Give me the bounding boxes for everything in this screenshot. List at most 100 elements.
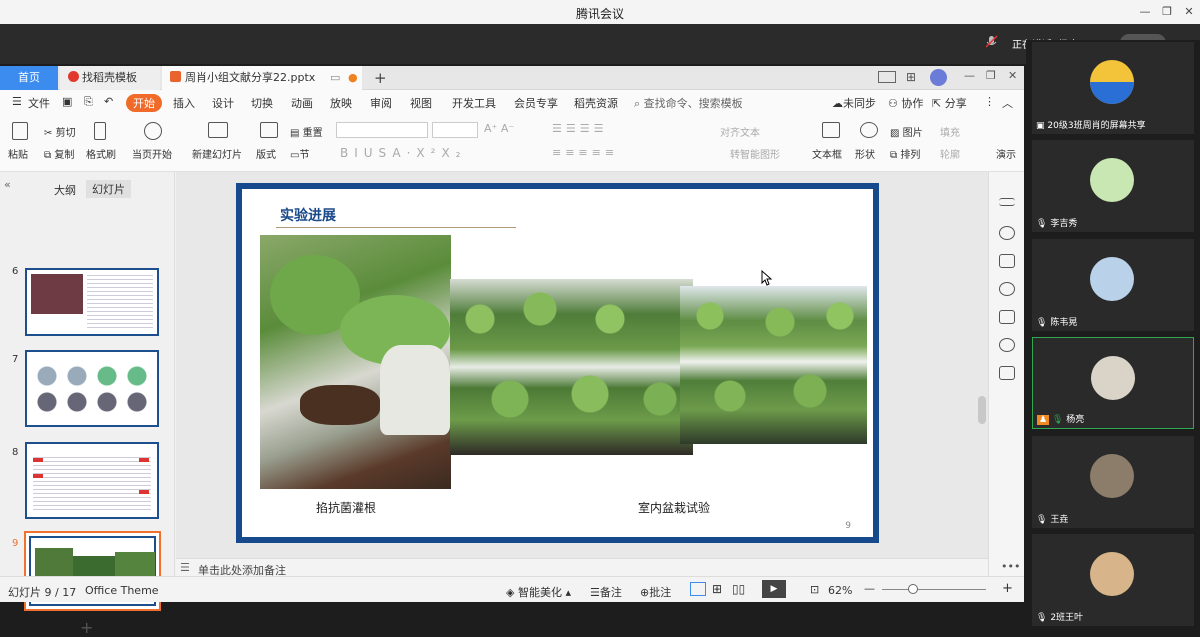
fill-button[interactable]: 填充	[940, 124, 960, 139]
paste-button[interactable]: 粘贴	[8, 146, 28, 161]
align-buttons[interactable]: ≡≡≡≡≡	[552, 146, 618, 159]
book-icon[interactable]	[999, 366, 1015, 380]
tab-slides[interactable]: 幻灯片	[86, 180, 131, 198]
menu-start[interactable]: 开始	[126, 94, 162, 112]
slide-thumb-8[interactable]	[25, 442, 159, 519]
save-icon[interactable]: ▣	[62, 95, 72, 108]
collapse-ribbon-icon[interactable]: ︿	[1002, 95, 1013, 111]
slide-thumb-7[interactable]	[25, 350, 159, 427]
play-icon[interactable]: ▶	[762, 580, 786, 598]
align-text-button[interactable]: 对齐文本	[720, 124, 760, 139]
backup-icon[interactable]	[999, 310, 1015, 324]
layout-icon[interactable]	[260, 122, 278, 138]
play-from-current-icon[interactable]	[144, 122, 162, 140]
sync-status[interactable]: ☁未同步	[832, 95, 876, 111]
shape-button[interactable]: 形状	[855, 146, 875, 161]
tab-file[interactable]: 周肖小组文献分享22.pptx ▭ ●	[162, 66, 362, 90]
collab-button[interactable]: ⚇ 协作	[888, 95, 923, 111]
close-icon[interactable]: ✕	[1180, 4, 1198, 20]
menu-review[interactable]: 审阅	[370, 95, 392, 111]
font-size-select[interactable]	[432, 122, 478, 138]
cut-button[interactable]: ✂ 剪切	[44, 124, 76, 139]
textbox-button[interactable]: 文本框	[812, 146, 842, 161]
font-family-select[interactable]	[336, 122, 428, 138]
smart-shape-button[interactable]: 转智能图形	[730, 146, 780, 161]
paste-icon[interactable]	[12, 122, 28, 140]
share-button[interactable]: ⇱ 分享	[932, 95, 967, 111]
menu-insert[interactable]: 插入	[173, 95, 195, 111]
wps-minimize-icon[interactable]: —	[964, 69, 975, 82]
comments-toggle[interactable]: ⊕批注	[640, 584, 671, 600]
section-button[interactable]: ▭节	[290, 146, 309, 161]
normal-view-icon[interactable]	[690, 582, 706, 596]
wps-restore-icon[interactable]: ❐	[986, 69, 996, 82]
zoom-out-icon[interactable]: —	[864, 582, 875, 595]
textbox-icon[interactable]	[822, 122, 840, 138]
format-painter-icon[interactable]	[94, 122, 106, 140]
zoom-slider[interactable]	[882, 589, 986, 590]
participant-tile-active[interactable]: ♟ 🎙 杨亮	[1032, 337, 1194, 429]
slide-thumb-6-frame[interactable]	[25, 268, 159, 336]
reading-view-icon[interactable]: ▯▯	[732, 582, 745, 596]
apps-grid-icon[interactable]: ⊞	[906, 70, 916, 84]
caption-right[interactable]: 室内盆栽试验	[638, 499, 710, 516]
restore-icon[interactable]: ❐	[1158, 4, 1176, 20]
transition-icon[interactable]	[999, 254, 1015, 268]
tab-template[interactable]: 找稻壳模板	[60, 66, 160, 90]
participant-tile[interactable]: 🎙 2班王叶	[1032, 534, 1194, 626]
slide-title[interactable]: 实验进展	[280, 205, 336, 225]
picture-button[interactable]: ▨ 图片	[890, 124, 923, 139]
play-from-current-button[interactable]: 当页开始	[132, 146, 172, 161]
layout-1-icon[interactable]	[878, 71, 896, 83]
undo-icon[interactable]: ↶	[104, 95, 113, 108]
notes-toggle[interactable]: ☰备注	[590, 584, 622, 600]
menu-slideshow[interactable]: 放映	[330, 95, 352, 111]
menu-transition[interactable]: 切换	[251, 95, 273, 111]
more-icon[interactable]: ⋮	[984, 95, 995, 108]
menu-docer[interactable]: 稻壳资源	[574, 95, 618, 111]
outline-button[interactable]: 轮廓	[940, 146, 960, 161]
menu-animation[interactable]: 动画	[291, 95, 313, 111]
menu-view[interactable]: 视图	[410, 95, 432, 111]
format-painter-button[interactable]: 格式刷	[86, 146, 116, 161]
presenter-button[interactable]: 演示	[996, 146, 1016, 161]
new-tab-button[interactable]: +	[366, 66, 387, 90]
menu-hamburger-icon[interactable]: ☰	[12, 95, 22, 108]
minimize-icon[interactable]: —	[1136, 4, 1154, 20]
help-icon[interactable]	[999, 282, 1015, 296]
arrange-button[interactable]: ⧉ 排列	[890, 146, 920, 161]
properties-icon[interactable]	[999, 198, 1015, 206]
layout-button[interactable]: 版式	[256, 146, 276, 161]
command-search[interactable]: ⌕ 查找命令、搜索模板	[634, 95, 743, 111]
menu-devtools[interactable]: 开发工具	[452, 95, 496, 111]
location-icon[interactable]	[999, 338, 1015, 352]
menu-file[interactable]: 文件	[28, 95, 50, 111]
collapse-panel-icon[interactable]: «	[4, 178, 11, 191]
zoom-level[interactable]: 62%	[828, 584, 852, 597]
participant-tile[interactable]: ▣ 20级3班周肖的屏幕共享	[1032, 42, 1194, 134]
notes-bar[interactable]: ☰ 单击此处添加备注	[176, 558, 988, 577]
more-tools-icon[interactable]: •••	[1001, 560, 1020, 573]
sorter-view-icon[interactable]: ⊞	[712, 582, 722, 596]
grow-font-icon[interactable]: A⁺ A⁻	[484, 122, 514, 135]
caption-left[interactable]: 掐抗菌灌根	[316, 499, 376, 516]
participant-tile[interactable]: 🎙 陈韦晃	[1032, 239, 1194, 331]
add-slide-button[interactable]: +	[80, 618, 93, 637]
zoom-in-icon[interactable]: +	[1002, 581, 1013, 596]
tab-outline[interactable]: 大纲	[54, 182, 76, 198]
new-slide-button[interactable]: 新建幻灯片	[192, 146, 242, 161]
tab-home[interactable]: 首页	[0, 66, 58, 90]
menu-member[interactable]: 会员专享	[514, 95, 558, 111]
copy-button[interactable]: ⧉ 复制	[44, 146, 74, 161]
export-icon[interactable]: ⎘	[84, 95, 93, 109]
canvas-scrollbar[interactable]	[978, 396, 986, 424]
menu-design[interactable]: 设计	[212, 95, 234, 111]
shape-icon[interactable]	[860, 122, 878, 138]
zoom-slider-handle[interactable]	[908, 584, 918, 594]
animation-icon[interactable]	[999, 226, 1015, 240]
wps-close-icon[interactable]: ✕	[1008, 69, 1017, 82]
participant-tile[interactable]: 🎙 李吉秀	[1032, 140, 1194, 232]
text-style-buttons[interactable]: BIUSA·X²X₂	[340, 146, 466, 160]
fit-window-icon[interactable]: ⊡	[810, 583, 819, 596]
slide[interactable]: 实验进展 掐抗菌灌根 室内盆栽试验 9	[236, 183, 879, 543]
